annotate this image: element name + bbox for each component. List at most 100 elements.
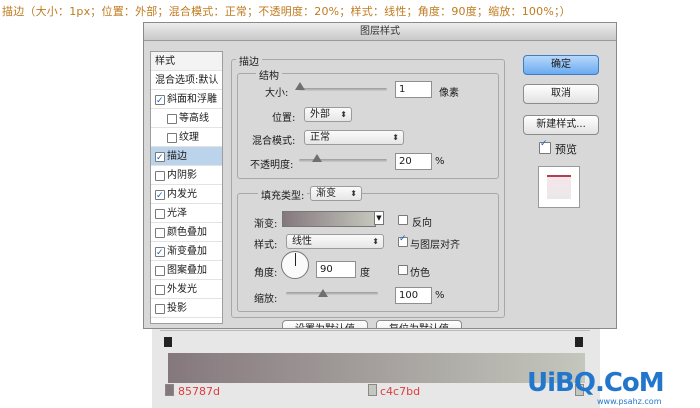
scale-slider-track[interactable]: [286, 292, 378, 295]
fill-type-select-value: 渐变: [316, 188, 336, 199]
styles-list-item[interactable]: 图案叠加: [151, 261, 222, 280]
size-label: 大小:: [265, 88, 289, 99]
ok-button[interactable]: 确定: [523, 55, 599, 75]
opacity-slider-thumb[interactable]: [311, 154, 322, 162]
style-label: 斜面和浮雕: [167, 94, 217, 105]
stroke-group-title: 描边: [236, 53, 262, 68]
preview-checkbox[interactable]: [539, 139, 551, 154]
opacity-stop-left[interactable]: [164, 337, 172, 347]
fill-type-select[interactable]: 渐变 ⬍: [310, 186, 362, 201]
preview-label: 预览: [555, 143, 577, 156]
style-checkbox[interactable]: [155, 285, 165, 295]
styles-list-item[interactable]: 内发光: [151, 185, 222, 206]
title-bar: 图层样式: [144, 23, 616, 41]
style-label: 图案叠加: [167, 265, 207, 276]
new-style-button[interactable]: 新建样式...: [523, 115, 599, 135]
blend-mode-label: 混合模式:: [252, 136, 296, 147]
gradient-label: 渐变:: [254, 219, 278, 230]
style-checkbox[interactable]: [155, 228, 165, 238]
style-checkbox[interactable]: [155, 304, 165, 314]
size-slider-thumb[interactable]: [294, 82, 305, 90]
styles-list-item[interactable]: 等高线: [151, 109, 222, 128]
color-stop-mid[interactable]: [368, 384, 377, 396]
styles-list-item[interactable]: 内阴影: [151, 166, 222, 185]
reset-default-button[interactable]: 复位为默认值: [376, 320, 462, 328]
scale-input[interactable]: 100: [395, 287, 432, 304]
reverse-checkbox[interactable]: [398, 215, 408, 225]
scale-label: 缩放:: [254, 294, 278, 305]
styles-list-item[interactable]: 渐变叠加: [151, 242, 222, 263]
position-select-value: 外部: [310, 109, 330, 120]
style-label: 投影: [167, 303, 187, 314]
color-stop-left[interactable]: [165, 384, 174, 396]
styles-list-item[interactable]: 描边: [151, 147, 222, 168]
style-checkbox[interactable]: [155, 171, 165, 181]
styles-list-item[interactable]: 外发光: [151, 280, 222, 299]
styles-list-item[interactable]: 光泽: [151, 204, 222, 223]
position-label: 位置:: [272, 113, 296, 124]
fill-type-label: 填充类型:: [258, 187, 308, 202]
style-label: 纹理: [179, 132, 199, 143]
gradient-style-select-value: 线性: [292, 236, 312, 247]
style-checkbox[interactable]: [155, 244, 165, 263]
angle-input[interactable]: 90: [316, 261, 356, 278]
style-label: 描边: [167, 151, 187, 162]
updown-arrow-icon: ⬍: [372, 237, 379, 246]
updown-arrow-icon: ⬍: [392, 133, 399, 142]
opacity-label: 不透明度:: [250, 160, 294, 171]
dither-label: 仿色: [410, 268, 430, 279]
gradient-preview[interactable]: [282, 211, 376, 227]
position-select[interactable]: 外部 ⬍: [304, 107, 352, 122]
style-label: 光泽: [167, 208, 187, 219]
color-stop-mid-hex: c4c7bd: [380, 385, 421, 398]
style-checkbox[interactable]: [155, 266, 165, 276]
style-label: 外发光: [167, 284, 197, 295]
watermark-logo-text: UiBQ.CoM: [527, 368, 665, 398]
styles-list-item[interactable]: 纹理: [151, 128, 222, 147]
style-checkbox[interactable]: [155, 209, 165, 219]
scale-unit: %: [435, 290, 445, 301]
watermark-url: www.psahz.com: [597, 397, 662, 406]
updown-arrow-icon: ⬍: [350, 189, 357, 198]
style-label: 等高线: [179, 113, 209, 124]
styles-list-item[interactable]: 斜面和浮雕: [151, 90, 222, 111]
dither-checkbox[interactable]: [398, 265, 408, 275]
structure-group-title: 结构: [256, 67, 282, 82]
angle-dial[interactable]: [281, 251, 309, 279]
blend-mode-select-value: 正常: [310, 132, 330, 143]
opacity-input[interactable]: 20: [395, 153, 432, 170]
style-label: 内阴影: [167, 170, 197, 181]
angle-dial-needle: [295, 253, 296, 266]
styles-list-item[interactable]: 颜色叠加: [151, 223, 222, 242]
gradient-editor-divider: [160, 330, 590, 331]
style-checkbox[interactable]: [155, 92, 165, 111]
cancel-button[interactable]: 取消: [523, 84, 599, 104]
style-label: 样式:: [254, 240, 278, 251]
layer-style-dialog: 图层样式 样式 混合选项:默认斜面和浮雕等高线纹理描边内阴影内发光光泽颜色叠加渐…: [143, 22, 617, 329]
gradient-bar: [168, 353, 585, 383]
styles-list-item[interactable]: 混合选项:默认: [151, 71, 222, 90]
gradient-dropdown-arrow-icon[interactable]: ▼: [374, 211, 384, 225]
styles-list-item[interactable]: 投影: [151, 299, 222, 318]
set-default-button[interactable]: 设置为默认值: [282, 320, 368, 328]
style-label: 混合选项:默认: [155, 75, 219, 86]
style-checkbox[interactable]: [167, 133, 177, 143]
caption-text: 描边（大小：1px；位置：外部；混合模式：正常；不透明度：20%；样式：线性；角…: [2, 5, 571, 18]
style-checkbox[interactable]: [155, 149, 165, 168]
style-checkbox[interactable]: [167, 114, 177, 124]
size-slider-track[interactable]: [299, 88, 387, 91]
align-with-layer-checkbox[interactable]: [398, 234, 408, 247]
style-label: 颜色叠加: [167, 227, 207, 238]
preview-sample: [547, 175, 571, 199]
style-checkbox[interactable]: [155, 187, 165, 206]
opacity-unit: %: [435, 156, 445, 167]
gradient-style-select[interactable]: 线性 ⬍: [286, 234, 384, 249]
reverse-label: 反向: [412, 218, 432, 229]
size-input[interactable]: 1: [395, 81, 432, 98]
opacity-stop-right[interactable]: [575, 337, 583, 347]
scale-slider-thumb[interactable]: [317, 289, 328, 297]
blend-mode-select[interactable]: 正常 ⬍: [304, 130, 404, 145]
style-label: 渐变叠加: [167, 246, 207, 257]
watermark-logo: UiBQ.CoM: [527, 368, 665, 398]
styles-list-header[interactable]: 样式: [151, 52, 222, 71]
